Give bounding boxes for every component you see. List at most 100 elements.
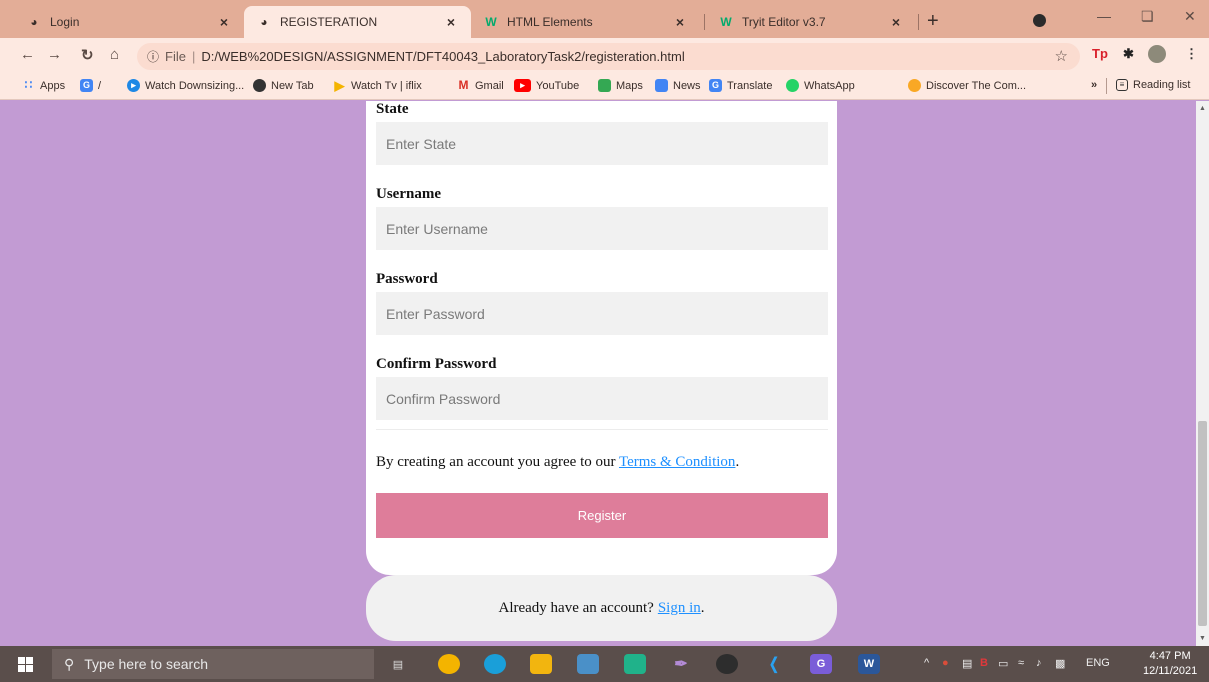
- forward-icon[interactable]: →: [47, 46, 62, 63]
- bookmarks-bar: ∷ Apps G / ▸ Watch Downsizing... New Tab…: [0, 74, 1209, 100]
- bookmark-label: Watch Tv | iflix: [351, 79, 422, 92]
- keypass-icon[interactable]: [624, 654, 646, 674]
- file-explorer-icon[interactable]: [530, 654, 552, 674]
- bookmark-apps[interactable]: ∷ Apps: [22, 79, 65, 92]
- registration-card: State Enter State Username Enter Usernam…: [366, 101, 837, 575]
- confirm-password-label: Confirm Password: [376, 356, 497, 372]
- wifi-icon[interactable]: ≈: [1018, 657, 1024, 669]
- word-icon[interactable]: W: [858, 654, 880, 674]
- taskbar-clock[interactable]: 4:47 PM 12/11/2021: [1143, 649, 1197, 679]
- close-icon[interactable]: ×: [216, 14, 232, 30]
- taskbar-search[interactable]: ⚲ Type here to search: [52, 649, 374, 679]
- store-icon[interactable]: [577, 654, 599, 674]
- tab-title: Tryit Editor v3.7: [742, 15, 826, 29]
- scroll-down-icon[interactable]: ▼: [1199, 635, 1206, 642]
- avatar[interactable]: [1148, 45, 1166, 63]
- bookmark-label: News: [673, 79, 701, 92]
- tab-login[interactable]: ◕ Login ×: [14, 6, 244, 38]
- scrollbar-thumb[interactable]: [1198, 421, 1207, 626]
- play-icon: ▶: [334, 78, 345, 93]
- bookmark-label: Gmail: [475, 79, 504, 92]
- profile-icon[interactable]: [1033, 14, 1046, 27]
- tray-app-icon[interactable]: ●: [942, 657, 949, 669]
- chrome-icon[interactable]: [438, 654, 460, 674]
- extension-tp-icon[interactable]: Tp: [1092, 46, 1108, 61]
- bookmark-youtube[interactable]: ▸ YouTube: [514, 79, 579, 92]
- bookmark-news[interactable]: News: [655, 79, 701, 92]
- bookmark-translate[interactable]: G Translate: [709, 79, 772, 92]
- state-placeholder: Enter State: [386, 135, 457, 152]
- state-input[interactable]: Enter State: [376, 122, 828, 165]
- confirm-password-input[interactable]: Confirm Password: [376, 377, 828, 420]
- news-icon: [655, 79, 668, 92]
- bookmark-watch-downsizing[interactable]: ▸ Watch Downsizing...: [127, 79, 244, 92]
- search-placeholder: Type here to search: [84, 656, 209, 672]
- address-divider: |: [191, 49, 196, 64]
- bookmark-new-tab[interactable]: New Tab: [253, 79, 314, 92]
- tab-strip: ◕ Login × ◕ REGISTERATION × W HTML Eleme…: [0, 0, 1209, 38]
- tab-divider: [704, 14, 705, 30]
- pdf-app-icon[interactable]: G: [810, 654, 832, 674]
- volume-icon[interactable]: ♪: [1036, 657, 1042, 669]
- reading-list-icon: ≡: [1116, 79, 1128, 91]
- close-icon[interactable]: ×: [672, 14, 688, 30]
- terms-text: By creating an account you agree to our: [376, 454, 616, 470]
- minimize-icon[interactable]: —: [1097, 8, 1111, 24]
- bookmark-label: Apps: [40, 79, 66, 92]
- terms-link[interactable]: Terms & Condition: [619, 454, 735, 470]
- keyboard-icon[interactable]: ▩: [1055, 657, 1065, 670]
- vscode-icon[interactable]: ❬: [763, 654, 785, 674]
- clock-date: 12/11/2021: [1143, 665, 1198, 677]
- translate-icon: G: [709, 79, 722, 92]
- edge-icon[interactable]: [484, 654, 506, 674]
- restore-icon[interactable]: ❏: [1141, 8, 1154, 25]
- tab-html-elements[interactable]: W HTML Elements ×: [471, 6, 700, 38]
- menu-kebab-icon[interactable]: ⋮: [1185, 46, 1198, 62]
- username-input[interactable]: Enter Username: [376, 207, 828, 250]
- bookmark-whatsapp[interactable]: WhatsApp: [786, 79, 855, 92]
- new-tab-button[interactable]: +: [927, 10, 939, 33]
- browser-toolbar: ← → ↻ ⌂ ⓘ File | D:/WEB%20DESIGN/ASSIGNM…: [0, 38, 1209, 74]
- register-button[interactable]: Register: [376, 493, 828, 538]
- home-icon[interactable]: ⌂: [110, 46, 119, 63]
- tab-registeration[interactable]: ◕ REGISTERATION ×: [244, 6, 471, 38]
- close-icon[interactable]: ×: [443, 14, 459, 30]
- language-indicator[interactable]: ENG: [1086, 657, 1110, 669]
- extensions-puzzle-icon[interactable]: ✱: [1123, 46, 1134, 62]
- back-icon[interactable]: ←: [20, 46, 35, 63]
- bookmark-label: /: [98, 79, 102, 92]
- bookmark-gmail[interactable]: M Gmail: [457, 79, 504, 92]
- bookmark-label: YouTube: [536, 79, 580, 92]
- windows-start-icon[interactable]: [18, 657, 33, 672]
- w3schools-icon: W: [485, 15, 497, 29]
- tray-b-icon[interactable]: B: [980, 657, 988, 669]
- window-close-icon[interactable]: ✕: [1184, 8, 1196, 25]
- tray-chevron-icon[interactable]: ^: [924, 657, 929, 669]
- tray-device-icon[interactable]: ▤: [962, 657, 972, 670]
- bookmark-star-icon[interactable]: ☆: [1055, 47, 1068, 65]
- tab-tryit-editor[interactable]: W Tryit Editor v3.7 ×: [706, 6, 916, 38]
- form-divider: [376, 429, 828, 430]
- bookmark-maps[interactable]: Maps: [598, 79, 643, 92]
- bookmark-discover[interactable]: Discover The Com...: [908, 79, 1026, 92]
- tab-title: Login: [50, 15, 80, 29]
- bookmark-iflix[interactable]: ▶ Watch Tv | iflix: [333, 79, 422, 92]
- github-icon[interactable]: [716, 654, 738, 674]
- bookmark-slash[interactable]: G /: [80, 79, 101, 92]
- scroll-up-icon[interactable]: ▲: [1199, 105, 1206, 112]
- address-bar[interactable]: ⓘ File | D:/WEB%20DESIGN/ASSIGNMENT/DFT4…: [137, 43, 1080, 70]
- confirm-password-placeholder: Confirm Password: [386, 390, 501, 407]
- reload-icon[interactable]: ↻: [81, 46, 94, 64]
- password-input[interactable]: Enter Password: [376, 292, 828, 335]
- address-url[interactable]: D:/WEB%20DESIGN/ASSIGNMENT/DFT40043_Labo…: [201, 49, 684, 64]
- username-label: Username: [376, 186, 441, 202]
- signin-link[interactable]: Sign in: [658, 600, 701, 617]
- reading-list-button[interactable]: ≡ Reading list: [1116, 79, 1190, 91]
- battery-icon[interactable]: ▭: [998, 657, 1008, 670]
- quill-icon[interactable]: ✒: [670, 654, 692, 674]
- task-view-icon[interactable]: ▤: [387, 654, 409, 674]
- close-icon[interactable]: ×: [888, 14, 904, 30]
- page-scrollbar[interactable]: ▲ ▼: [1196, 101, 1209, 646]
- bookmarks-overflow-button[interactable]: »: [1091, 79, 1097, 91]
- info-icon[interactable]: ⓘ: [147, 48, 159, 65]
